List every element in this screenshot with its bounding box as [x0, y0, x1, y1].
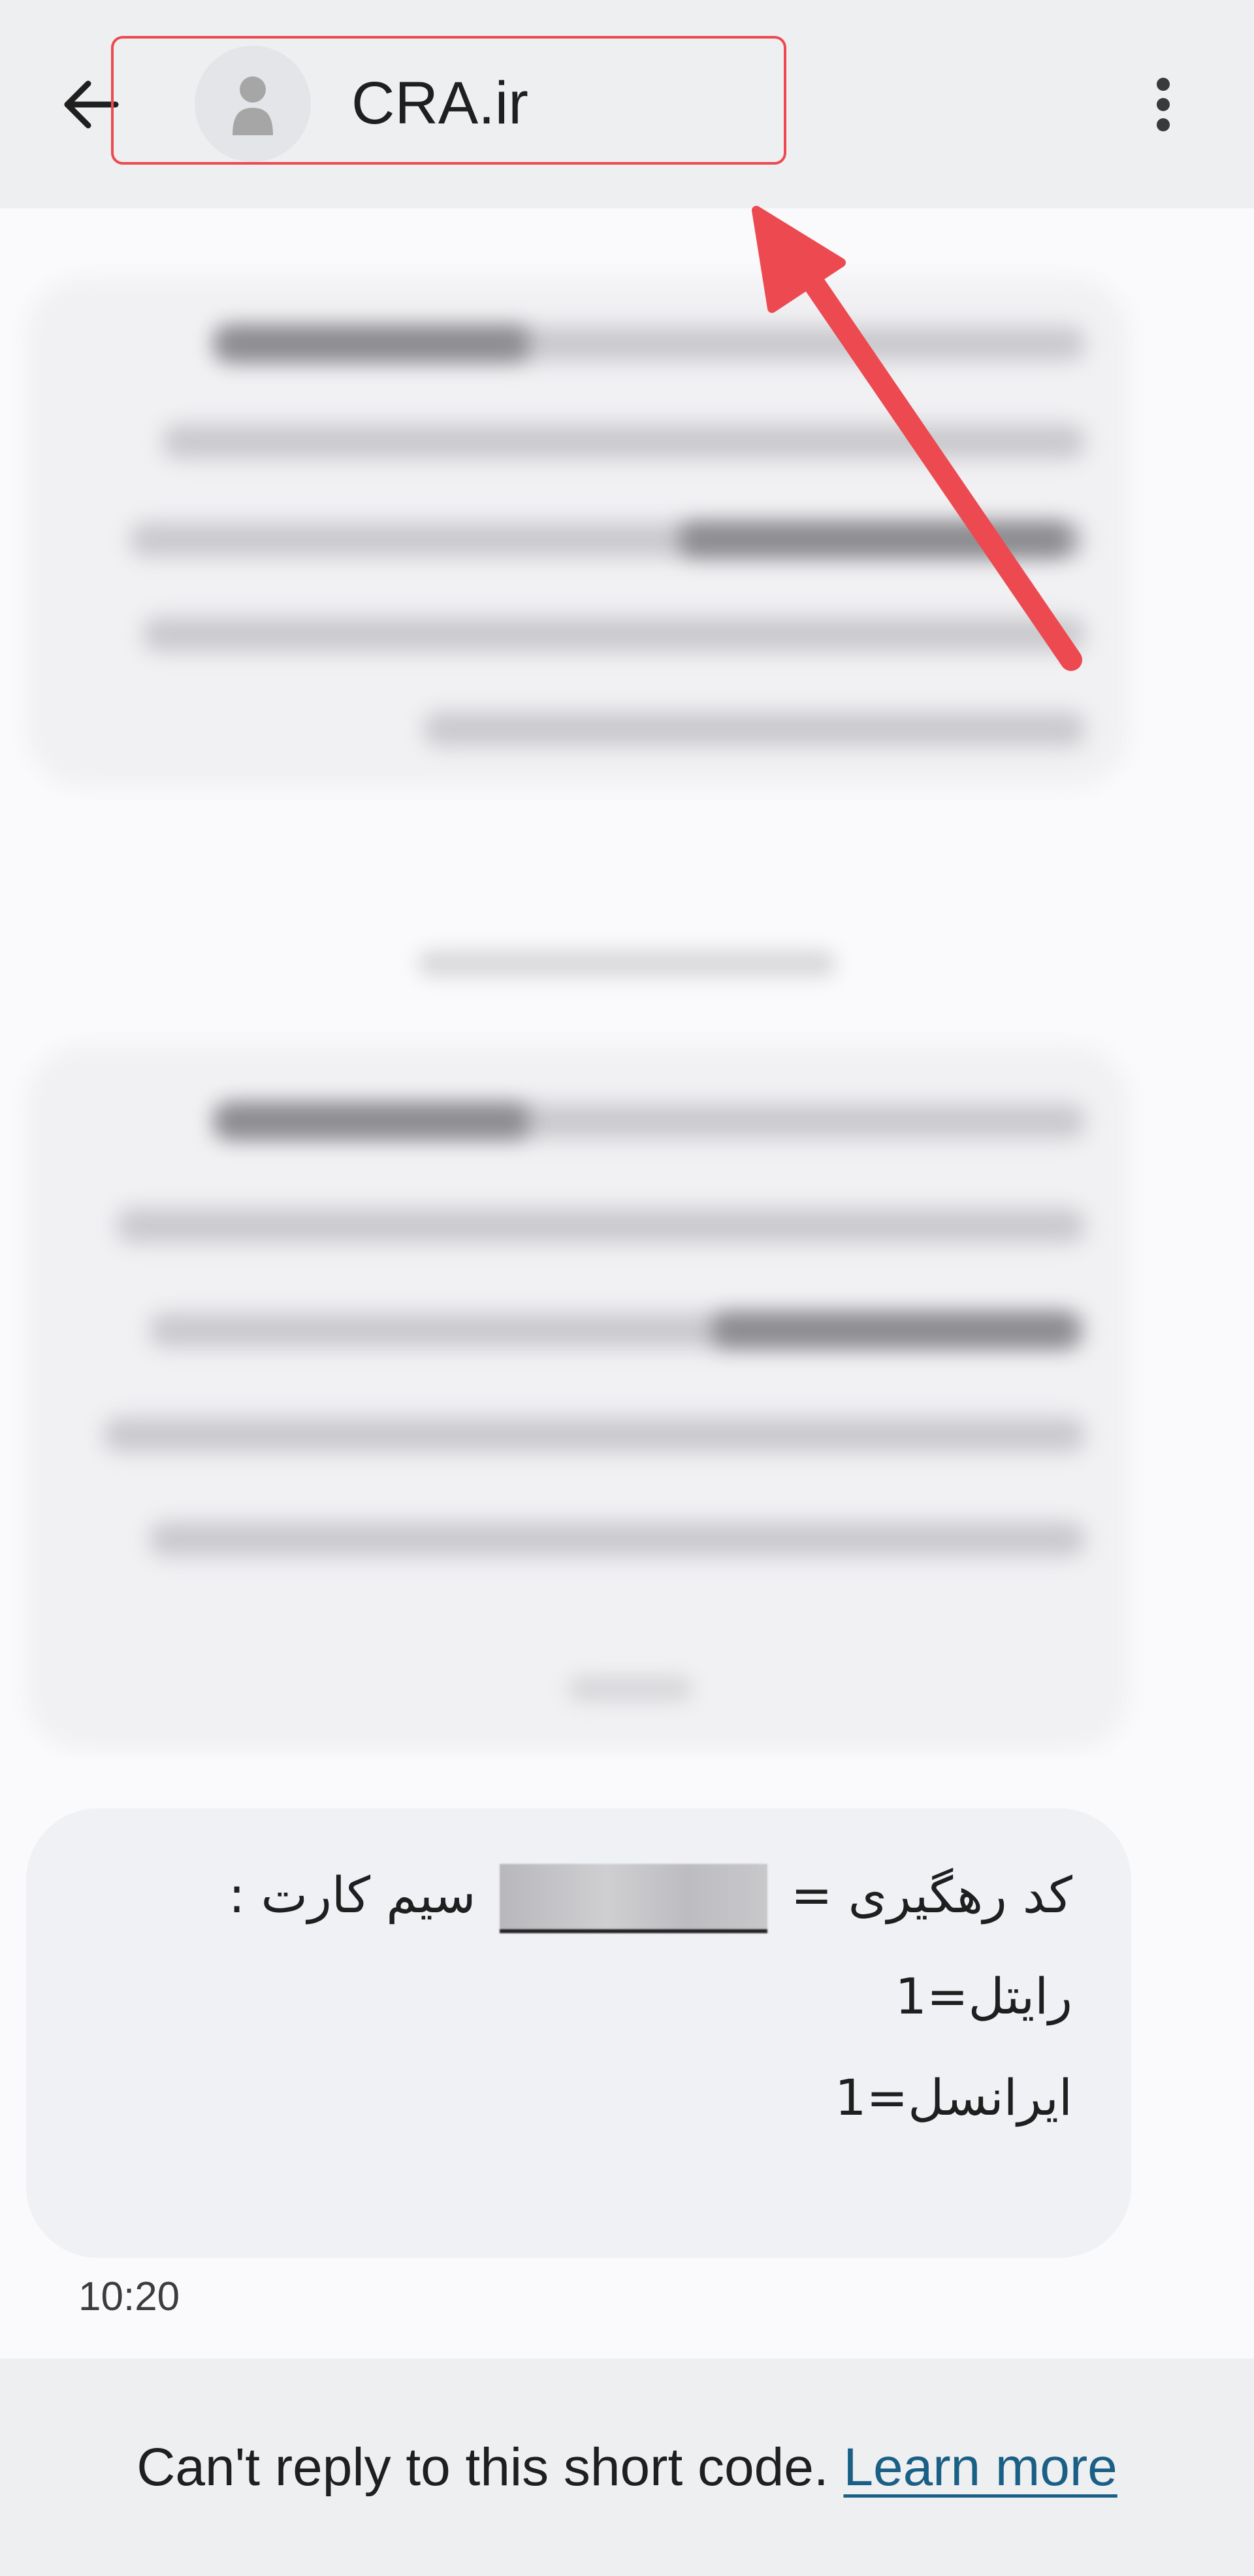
notice-text: Can't reply to this short code. [137, 2437, 829, 2497]
redacted-code [499, 1864, 767, 1933]
blurred-text [118, 1209, 1084, 1243]
reply-disabled-notice: Can't reply to this short code. Learn mo… [0, 2437, 1254, 2498]
blurred-message-bubble [26, 1045, 1130, 1751]
blurred-text [425, 712, 1084, 746]
message-bubble[interactable]: کد رهگیری = سیم کارت : رایتل=1 ایرانسل=1 [26, 1808, 1131, 2258]
contact-name[interactable]: CRA.ir [351, 64, 528, 142]
message-line: ایرانسل=1 [835, 2068, 1072, 2127]
reply-disabled-banner: Can't reply to this short code. Learn mo… [0, 2358, 1254, 2576]
top-app-bar: CRA.ir [0, 0, 1254, 208]
more-options-button[interactable] [1136, 72, 1190, 137]
message-line: رایتل=1 [895, 1967, 1073, 2025]
sim-card-label: سیم کارت : [228, 1866, 476, 1924]
person-icon [233, 76, 273, 135]
blurred-text [712, 1313, 1078, 1347]
message-line: کد رهگیری = سیم کارت : [93, 1844, 1072, 1946]
blurred-timestamp [568, 1676, 692, 1702]
blurred-text [216, 1104, 529, 1138]
blurred-text [216, 327, 529, 361]
blurred-text [104, 1418, 1084, 1452]
more-vert-icon [1157, 78, 1170, 131]
annotation-arrow [752, 206, 1082, 671]
avatar[interactable] [195, 46, 311, 162]
message-timestamp: 10:20 [78, 2274, 180, 2319]
tracking-code-label: کد رهگیری = [790, 1866, 1072, 1924]
blurred-timestamp [418, 951, 836, 977]
learn-more-link[interactable]: Learn more [843, 2437, 1117, 2497]
blurred-text [150, 1522, 1084, 1556]
message-text: کد رهگیری = سیم کارت : رایتل=1 ایرانسل=1 [93, 1844, 1072, 2148]
